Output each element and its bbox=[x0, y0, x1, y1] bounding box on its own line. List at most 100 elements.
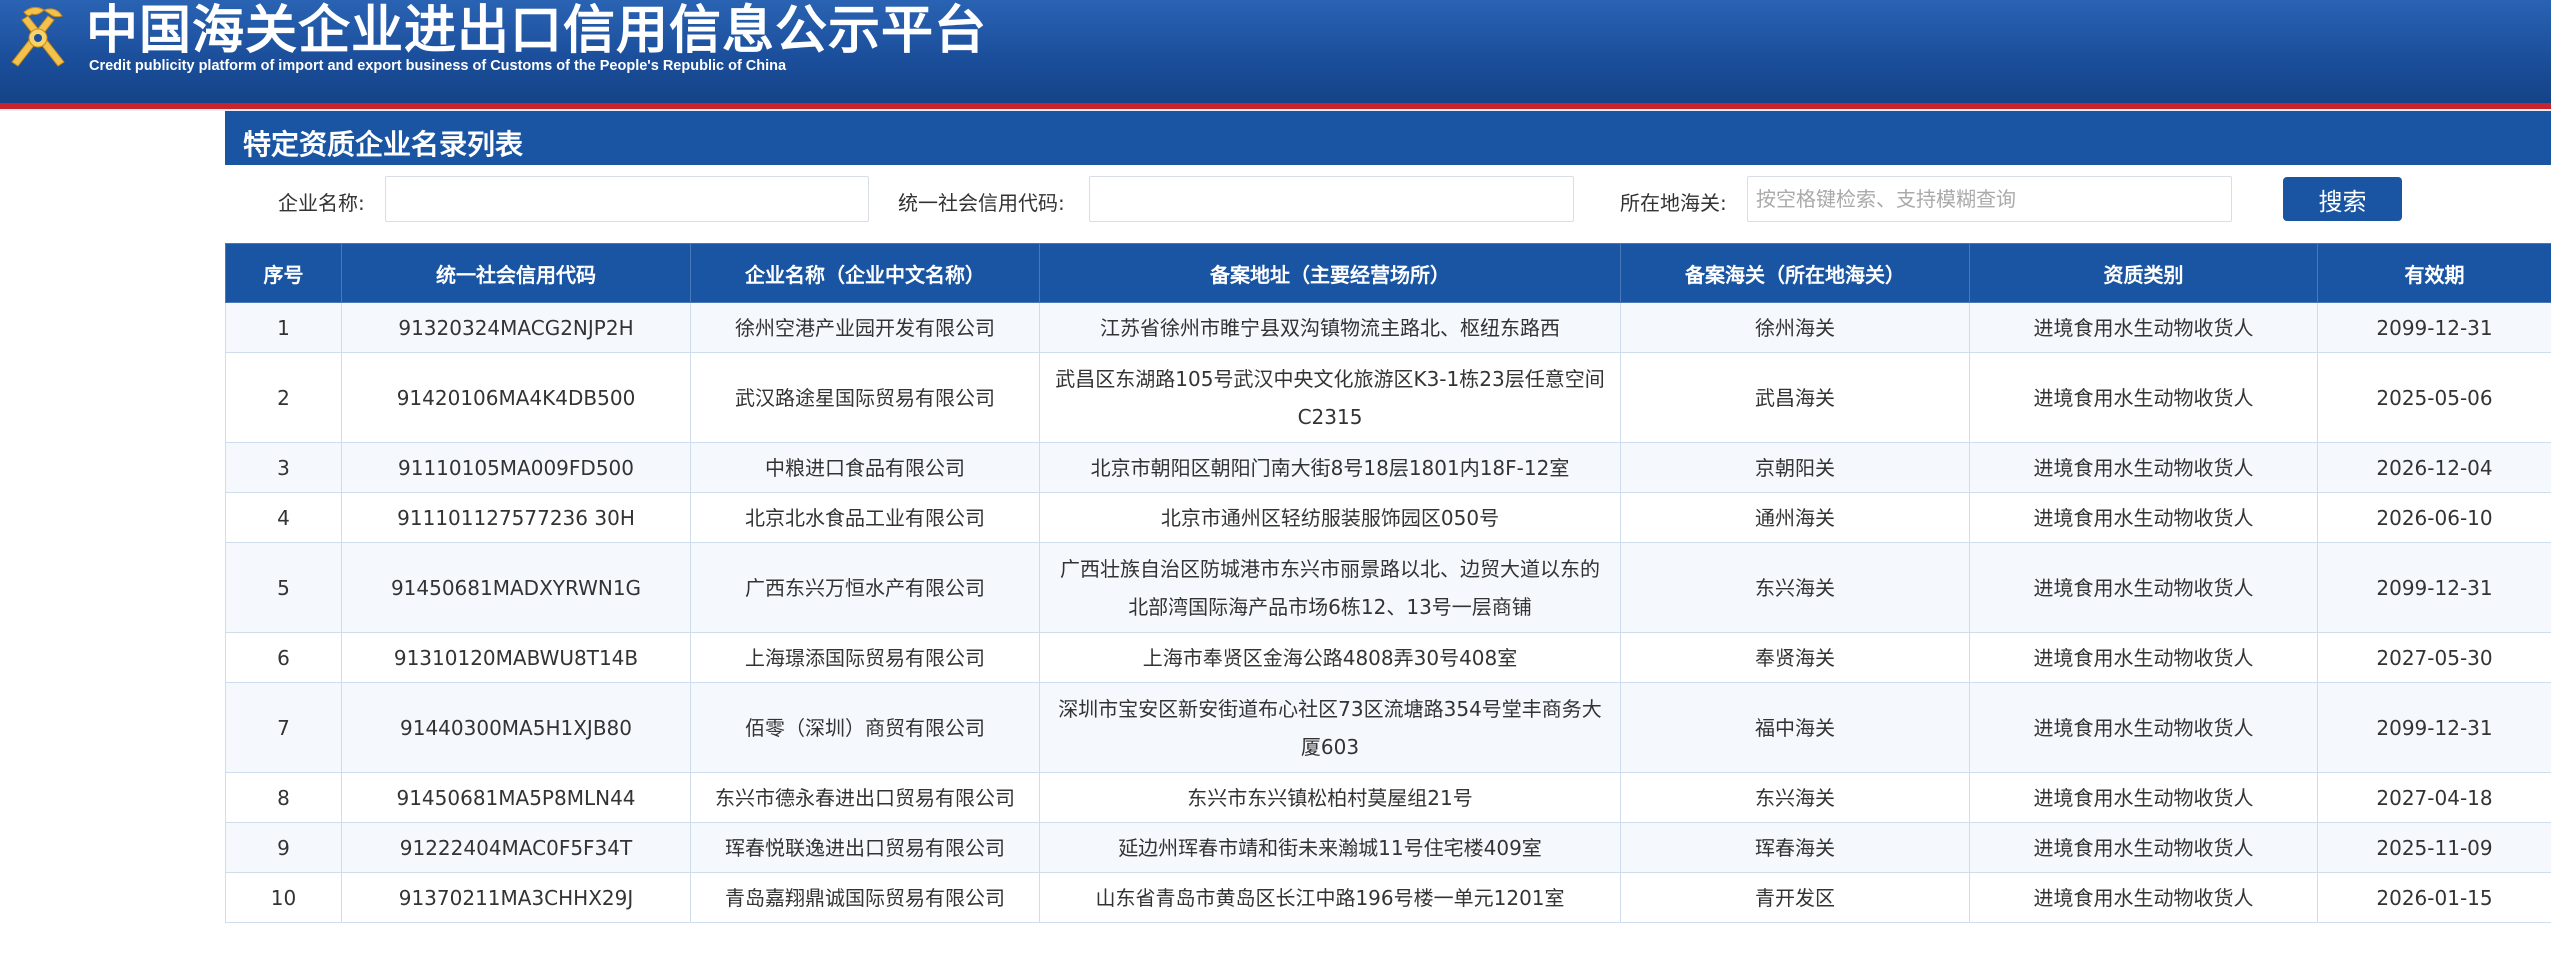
panel-title: 特定资质企业名录列表 bbox=[243, 128, 524, 161]
row-customs: 武昌海关 bbox=[1620, 352, 1970, 443]
site-title: 中国海关企业进出口信用信息公示平台 bbox=[86, 1, 988, 61]
row-no: 1 bbox=[225, 302, 342, 353]
row-no: 10 bbox=[225, 872, 342, 923]
column-header-address: 备案地址（主要经营场所） bbox=[1039, 243, 1621, 303]
customs-emblem-icon bbox=[11, 6, 65, 67]
row-company-name: 中粮进口食品有限公司 bbox=[690, 442, 1040, 493]
row-category: 进境食用水生动物收货人 bbox=[1969, 542, 2318, 633]
row-customs: 奉贤海关 bbox=[1620, 632, 1970, 683]
qualified-enterprise-panel: 特定资质企业名录列表 企业名称: 统一社会信用代码: 所在地海关: 搜索 序号 … bbox=[225, 111, 2551, 954]
company-name-label: 企业名称: bbox=[278, 191, 365, 215]
row-valid-until: 2025-05-06 bbox=[2317, 352, 2551, 443]
table-row: 5 91450681MADXYRWN1G 广西东兴万恒水产有限公司 广西壮族自治… bbox=[225, 542, 2551, 633]
row-valid-until: 2099-12-31 bbox=[2317, 682, 2551, 773]
row-credit-code: 91440300MA5H1XJB80 bbox=[341, 682, 691, 773]
row-company-name: 广西东兴万恒水产有限公司 bbox=[690, 542, 1040, 633]
row-valid-until: 2099-12-31 bbox=[2317, 302, 2551, 353]
row-category: 进境食用水生动物收货人 bbox=[1969, 492, 2318, 543]
row-address: 深圳市宝安区新安街道布心社区73区流塘路354号堂丰商务大厦603 bbox=[1039, 682, 1621, 773]
table-row: 4 911101127577236 30H 北京北水食品工业有限公司 北京市通州… bbox=[225, 492, 2551, 543]
row-valid-until: 2026-01-15 bbox=[2317, 872, 2551, 923]
table-header-row: 序号 统一社会信用代码 企业名称（企业中文名称） 备案地址（主要经营场所） 备案… bbox=[225, 243, 2551, 303]
enterprise-table: 序号 统一社会信用代码 企业名称（企业中文名称） 备案地址（主要经营场所） 备案… bbox=[225, 243, 2551, 923]
row-company-name: 佰零（深圳）商贸有限公司 bbox=[690, 682, 1040, 773]
row-credit-code: 91222404MAC0F5F34T bbox=[341, 822, 691, 873]
site-header: 中国海关企业进出口信用信息公示平台 Credit publicity platf… bbox=[0, 0, 2551, 103]
row-credit-code: 91420106MA4K4DB500 bbox=[341, 352, 691, 443]
site-subtitle: Credit publicity platform of import and … bbox=[89, 58, 787, 74]
customs-location-label: 所在地海关: bbox=[1620, 191, 1727, 215]
table-row: 2 91420106MA4K4DB500 武汉路途星国际贸易有限公司 武昌区东湖… bbox=[225, 352, 2551, 443]
row-customs: 青开发区 bbox=[1620, 872, 1970, 923]
row-category: 进境食用水生动物收货人 bbox=[1969, 442, 2318, 493]
row-address: 延边州珲春市靖和街未来瀚城11号住宅楼409室 bbox=[1039, 822, 1621, 873]
row-address: 广西壮族自治区防城港市东兴市丽景路以北、边贸大道以东的北部湾国际海产品市场6栋1… bbox=[1039, 542, 1621, 633]
row-no: 4 bbox=[225, 492, 342, 543]
row-category: 进境食用水生动物收货人 bbox=[1969, 302, 2318, 353]
table-row: 1 91320324MACG2NJP2H 徐州空港产业园开发有限公司 江苏省徐州… bbox=[225, 302, 2551, 353]
row-category: 进境食用水生动物收货人 bbox=[1969, 822, 2318, 873]
row-address: 上海市奉贤区金海公路4808弄30号408室 bbox=[1039, 632, 1621, 683]
customs-location-input[interactable] bbox=[1747, 176, 2232, 222]
row-category: 进境食用水生动物收货人 bbox=[1969, 872, 2318, 923]
table-row: 6 91310120MABWU8T14B 上海璟添国际贸易有限公司 上海市奉贤区… bbox=[225, 632, 2551, 683]
row-customs: 福中海关 bbox=[1620, 682, 1970, 773]
row-no: 5 bbox=[225, 542, 342, 633]
row-company-name: 珲春悦联逸进出口贸易有限公司 bbox=[690, 822, 1040, 873]
row-customs: 东兴海关 bbox=[1620, 542, 1970, 633]
table-row: 3 91110105MA009FD500 中粮进口食品有限公司 北京市朝阳区朝阳… bbox=[225, 442, 2551, 493]
row-address: 武昌区东湖路105号武汉中央文化旅游区K3-1栋23层任意空间C2315 bbox=[1039, 352, 1621, 443]
column-header-valid-until: 有效期 bbox=[2317, 243, 2551, 303]
row-credit-code: 91370211MA3CHHX29J bbox=[341, 872, 691, 923]
column-header-category: 资质类别 bbox=[1969, 243, 2318, 303]
row-customs: 珲春海关 bbox=[1620, 822, 1970, 873]
row-company-name: 徐州空港产业园开发有限公司 bbox=[690, 302, 1040, 353]
company-name-input[interactable] bbox=[385, 176, 869, 222]
row-customs: 徐州海关 bbox=[1620, 302, 1970, 353]
row-customs: 东兴海关 bbox=[1620, 772, 1970, 823]
row-credit-code: 91450681MADXYRWN1G bbox=[341, 542, 691, 633]
row-address: 东兴市东兴镇松柏村莫屋组21号 bbox=[1039, 772, 1621, 823]
row-no: 7 bbox=[225, 682, 342, 773]
credit-code-label: 统一社会信用代码: bbox=[898, 191, 1065, 215]
row-no: 8 bbox=[225, 772, 342, 823]
row-customs: 通州海关 bbox=[1620, 492, 1970, 543]
panel-title-bar: 特定资质企业名录列表 bbox=[225, 111, 2551, 165]
row-valid-until: 2099-12-31 bbox=[2317, 542, 2551, 633]
row-address: 北京市朝阳区朝阳门南大街8号18层1801内18F-12室 bbox=[1039, 442, 1621, 493]
row-category: 进境食用水生动物收货人 bbox=[1969, 772, 2318, 823]
row-no: 3 bbox=[225, 442, 342, 493]
row-no: 2 bbox=[225, 352, 342, 443]
table-row: 9 91222404MAC0F5F34T 珲春悦联逸进出口贸易有限公司 延边州珲… bbox=[225, 822, 2551, 873]
column-header-no: 序号 bbox=[225, 243, 342, 303]
row-address: 江苏省徐州市睢宁县双沟镇物流主路北、枢纽东路西 bbox=[1039, 302, 1621, 353]
column-header-credit-code: 统一社会信用代码 bbox=[341, 243, 691, 303]
row-valid-until: 2026-06-10 bbox=[2317, 492, 2551, 543]
row-company-name: 青岛嘉翔鼎诚国际贸易有限公司 bbox=[690, 872, 1040, 923]
table-row: 8 91450681MA5P8MLN44 东兴市德永春进出口贸易有限公司 东兴市… bbox=[225, 772, 2551, 823]
row-no: 9 bbox=[225, 822, 342, 873]
row-valid-until: 2027-05-30 bbox=[2317, 632, 2551, 683]
table-row: 7 91440300MA5H1XJB80 佰零（深圳）商贸有限公司 深圳市宝安区… bbox=[225, 682, 2551, 773]
search-button[interactable]: 搜索 bbox=[2283, 177, 2402, 221]
row-category: 进境食用水生动物收货人 bbox=[1969, 682, 2318, 773]
row-company-name: 武汉路途星国际贸易有限公司 bbox=[690, 352, 1040, 443]
row-valid-until: 2025-11-09 bbox=[2317, 822, 2551, 873]
table-row: 10 91370211MA3CHHX29J 青岛嘉翔鼎诚国际贸易有限公司 山东省… bbox=[225, 872, 2551, 923]
row-valid-until: 2026-12-04 bbox=[2317, 442, 2551, 493]
row-credit-code: 911101127577236 30H bbox=[341, 492, 691, 543]
credit-code-input[interactable] bbox=[1089, 176, 1574, 222]
row-no: 6 bbox=[225, 632, 342, 683]
row-address: 北京市通州区轻纺服装服饰园区050号 bbox=[1039, 492, 1621, 543]
row-customs: 京朝阳关 bbox=[1620, 442, 1970, 493]
row-category: 进境食用水生动物收货人 bbox=[1969, 632, 2318, 683]
row-credit-code: 91310120MABWU8T14B bbox=[341, 632, 691, 683]
row-credit-code: 91110105MA009FD500 bbox=[341, 442, 691, 493]
row-credit-code: 91450681MA5P8MLN44 bbox=[341, 772, 691, 823]
row-address: 山东省青岛市黄岛区长江中路196号楼一单元1201室 bbox=[1039, 872, 1621, 923]
row-credit-code: 91320324MACG2NJP2H bbox=[341, 302, 691, 353]
column-header-company-name: 企业名称（企业中文名称） bbox=[690, 243, 1040, 303]
column-header-customs: 备案海关（所在地海关） bbox=[1620, 243, 1970, 303]
row-company-name: 东兴市德永春进出口贸易有限公司 bbox=[690, 772, 1040, 823]
row-company-name: 上海璟添国际贸易有限公司 bbox=[690, 632, 1040, 683]
